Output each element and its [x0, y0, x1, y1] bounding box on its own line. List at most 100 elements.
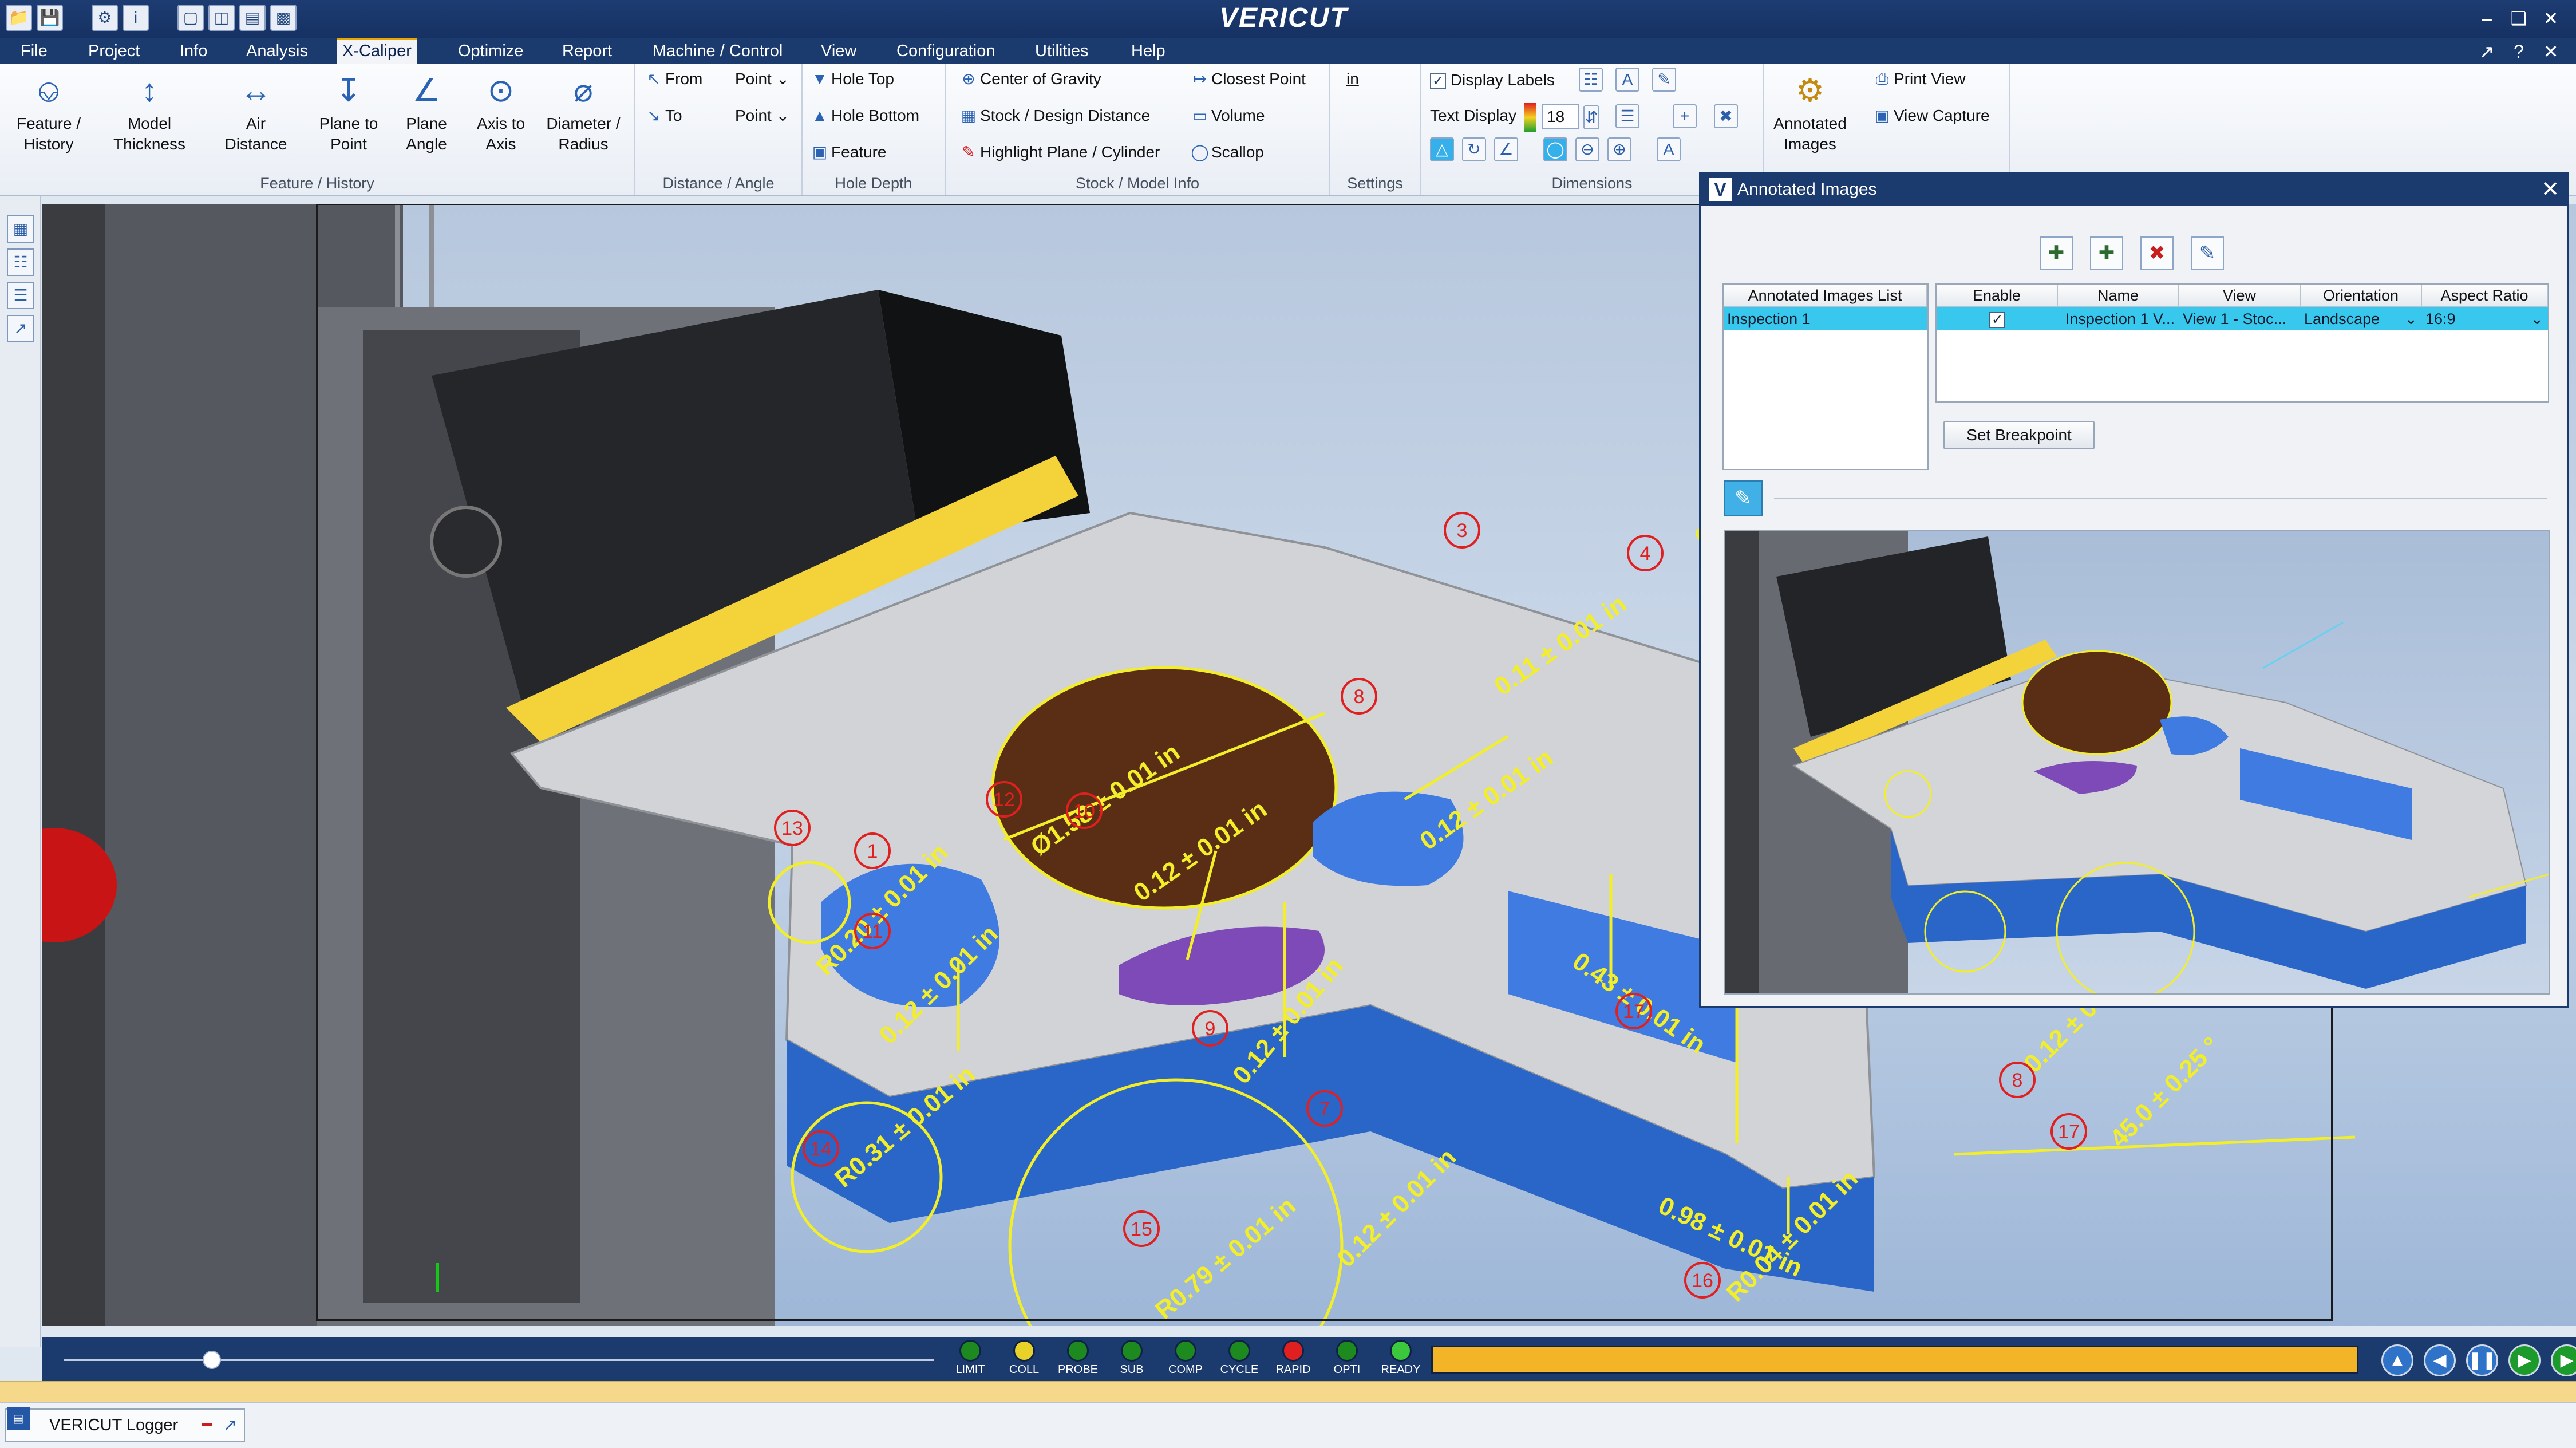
to-button[interactable]: ↘ To [642, 104, 682, 127]
center-of-gravity-button[interactable]: ⊕ Center of Gravity [957, 68, 1101, 90]
highlight-plane-cylinder-button[interactable]: ✎ Highlight Plane / Cylinder [957, 141, 1160, 164]
from-button[interactable]: ↖ From [642, 68, 702, 90]
close-project-icon[interactable]: ✕ [2539, 40, 2562, 63]
undock-icon[interactable]: ↗ [223, 1410, 237, 1441]
restore-icon[interactable]: ❏ [2507, 7, 2530, 30]
text-tool-icon[interactable]: A [1657, 137, 1681, 161]
rewind-icon[interactable]: ▲ [2381, 1344, 2413, 1376]
animation-speed-slider[interactable] [64, 1359, 934, 1361]
col-header-enable[interactable]: Enable [1937, 285, 2058, 307]
plane-to-point-button[interactable]: ↧ Plane to Point [306, 70, 392, 155]
triangle-tool-icon[interactable]: △ [1430, 137, 1454, 161]
hierarchy-icon[interactable]: ☷ [7, 248, 34, 276]
menu-utilities[interactable]: Utilities [1029, 38, 1094, 64]
panel-close-icon[interactable]: ✕ [2541, 177, 2559, 202]
step-forward-icon[interactable]: ▶ [2508, 1344, 2541, 1376]
nc-program-icon[interactable]: ☰ [7, 282, 34, 309]
text-size-input[interactable]: 18 [1542, 104, 1579, 129]
slider-knob[interactable] [203, 1351, 222, 1369]
layout-window-icon[interactable]: ▩ [270, 5, 297, 31]
list-item[interactable]: Inspection 1 [1724, 307, 1927, 330]
text-format-icon[interactable]: A [1615, 68, 1639, 92]
layout-rows-icon[interactable]: ▤ [239, 5, 266, 31]
pen-icon[interactable]: ✎ [1652, 68, 1676, 92]
folder-icon[interactable]: 📁 [6, 5, 32, 31]
stock-design-distance-button[interactable]: ▦ Stock / Design Distance [957, 104, 1150, 127]
menu-x-caliper[interactable]: X-Caliper [337, 38, 417, 64]
grid-enable-cell[interactable]: ✓ [1937, 307, 2058, 330]
layout-split-icon[interactable]: ◫ [208, 5, 235, 31]
menu-configuration[interactable]: Configuration [891, 38, 1001, 64]
menu-report[interactable]: Report [556, 38, 618, 64]
display-labels-checkbox[interactable]: ✓ Display Labels [1430, 69, 1555, 92]
menu-project[interactable]: Project [82, 38, 145, 64]
diameter-tool-icon[interactable]: ⊖ [1575, 137, 1599, 161]
enable-checkbox-icon[interactable]: ✓ [1989, 311, 2005, 328]
menu-view[interactable]: View [815, 38, 862, 64]
export-icon[interactable]: ↗ [7, 315, 34, 342]
closest-point-button[interactable]: ↦ Closest Point [1188, 68, 1306, 90]
ribbon-collapse-icon[interactable]: ↗ [2475, 40, 2498, 63]
save-icon[interactable]: 💾 [37, 5, 63, 31]
center-tool-icon[interactable]: ⊕ [1607, 137, 1631, 161]
pin-icon[interactable]: ━ [202, 1410, 212, 1441]
pause-icon[interactable]: ❚❚ [2466, 1344, 2498, 1376]
model-thickness-button[interactable]: ↕ Model Thickness [106, 70, 192, 155]
step-back-icon[interactable]: ◀ [2424, 1344, 2456, 1376]
feature-button[interactable]: ▣ Feature [808, 141, 887, 164]
menu-file[interactable]: File [15, 38, 53, 64]
menu-optimize[interactable]: Optimize [452, 38, 529, 64]
grid-view-cell[interactable]: View 1 - Stoc... [2179, 307, 2301, 330]
orientation-dropdown[interactable]: Landscape ⌄ [2301, 307, 2422, 330]
to-point-dropdown[interactable]: Point ⌄ [735, 104, 789, 127]
from-point-dropdown[interactable]: Point ⌄ [735, 68, 789, 90]
col-header-orientation[interactable]: Orientation [2301, 285, 2422, 307]
grid-name-cell[interactable]: Inspection 1 V... [2058, 307, 2179, 330]
hole-top-button[interactable]: ▼ Hole Top [808, 68, 894, 90]
text-color-swatch[interactable] [1524, 103, 1536, 132]
annotated-images-button[interactable]: ⚙ Annotated Images [1770, 70, 1850, 155]
col-header-aspect-ratio[interactable]: Aspect Ratio [2422, 285, 2548, 307]
delete-dimension-icon[interactable]: ✖ [1714, 104, 1738, 128]
feature-history-button[interactable]: ⎉ Feature / History [6, 70, 92, 155]
hole-bottom-button[interactable]: ▲ Hole Bottom [808, 104, 919, 127]
text-size-spinner[interactable]: ⇵ [1583, 105, 1599, 129]
logger-tab[interactable]: VERICUT Logger ━ ↗ [5, 1408, 245, 1442]
view-capture-button[interactable]: ▣ View Capture [1871, 104, 1990, 127]
axis-to-axis-button[interactable]: ⊙ Axis to Axis [458, 70, 544, 155]
capture-view-icon[interactable]: ✎ [1724, 480, 1763, 516]
label-style-icon[interactable]: ☷ [1579, 68, 1603, 92]
circle-tool-icon[interactable]: ◯ [1543, 137, 1567, 161]
set-breakpoint-button[interactable]: Set Breakpoint [1943, 421, 2095, 449]
plane-angle-button[interactable]: ∠ Plane Angle [384, 70, 469, 155]
project-tree-icon[interactable]: ▦ [7, 215, 34, 243]
add-image-icon[interactable]: ✚ [2040, 236, 2073, 270]
play-icon[interactable]: ▶ [2551, 1344, 2576, 1376]
dimension-style-icon[interactable]: ☰ [1615, 104, 1639, 128]
col-header-view[interactable]: View [2179, 285, 2301, 307]
menu-machine-control[interactable]: Machine / Control [647, 38, 788, 64]
units-button[interactable]: in [1346, 68, 1359, 90]
help-icon[interactable]: ? [2507, 40, 2530, 63]
diameter-radius-button[interactable]: ⌀ Diameter / Radius [540, 70, 626, 155]
aspect-ratio-dropdown[interactable]: 16:9 ⌄ [2422, 307, 2548, 330]
menu-info[interactable]: Info [174, 38, 213, 64]
add-dimension-icon[interactable]: + [1673, 104, 1697, 128]
rotate-tool-icon[interactable]: ↻ [1462, 137, 1486, 161]
volume-button[interactable]: ▭ Volume [1188, 104, 1265, 127]
scallop-button[interactable]: ◯ Scallop [1188, 141, 1264, 164]
settings-icon[interactable]: ⚙ [92, 5, 118, 31]
delete-image-icon[interactable]: ✖ [2140, 236, 2174, 270]
minimize-icon[interactable]: – [2475, 7, 2498, 30]
close-icon[interactable]: ✕ [2539, 7, 2562, 30]
print-view-button[interactable]: ⎙ Print View [1871, 68, 1966, 90]
menu-analysis[interactable]: Analysis [240, 38, 314, 64]
air-distance-button[interactable]: ↔ Air Distance [213, 70, 299, 155]
layout-single-icon[interactable]: ▢ [177, 5, 204, 31]
info-icon[interactable]: i [123, 5, 149, 31]
angle-tool-icon[interactable]: ∠ [1494, 137, 1518, 161]
col-header-name[interactable]: Name [2058, 285, 2179, 307]
menu-help[interactable]: Help [1125, 38, 1171, 64]
edit-image-icon[interactable]: ✎ [2191, 236, 2224, 270]
add-capture-icon[interactable]: ✚ [2090, 236, 2123, 270]
